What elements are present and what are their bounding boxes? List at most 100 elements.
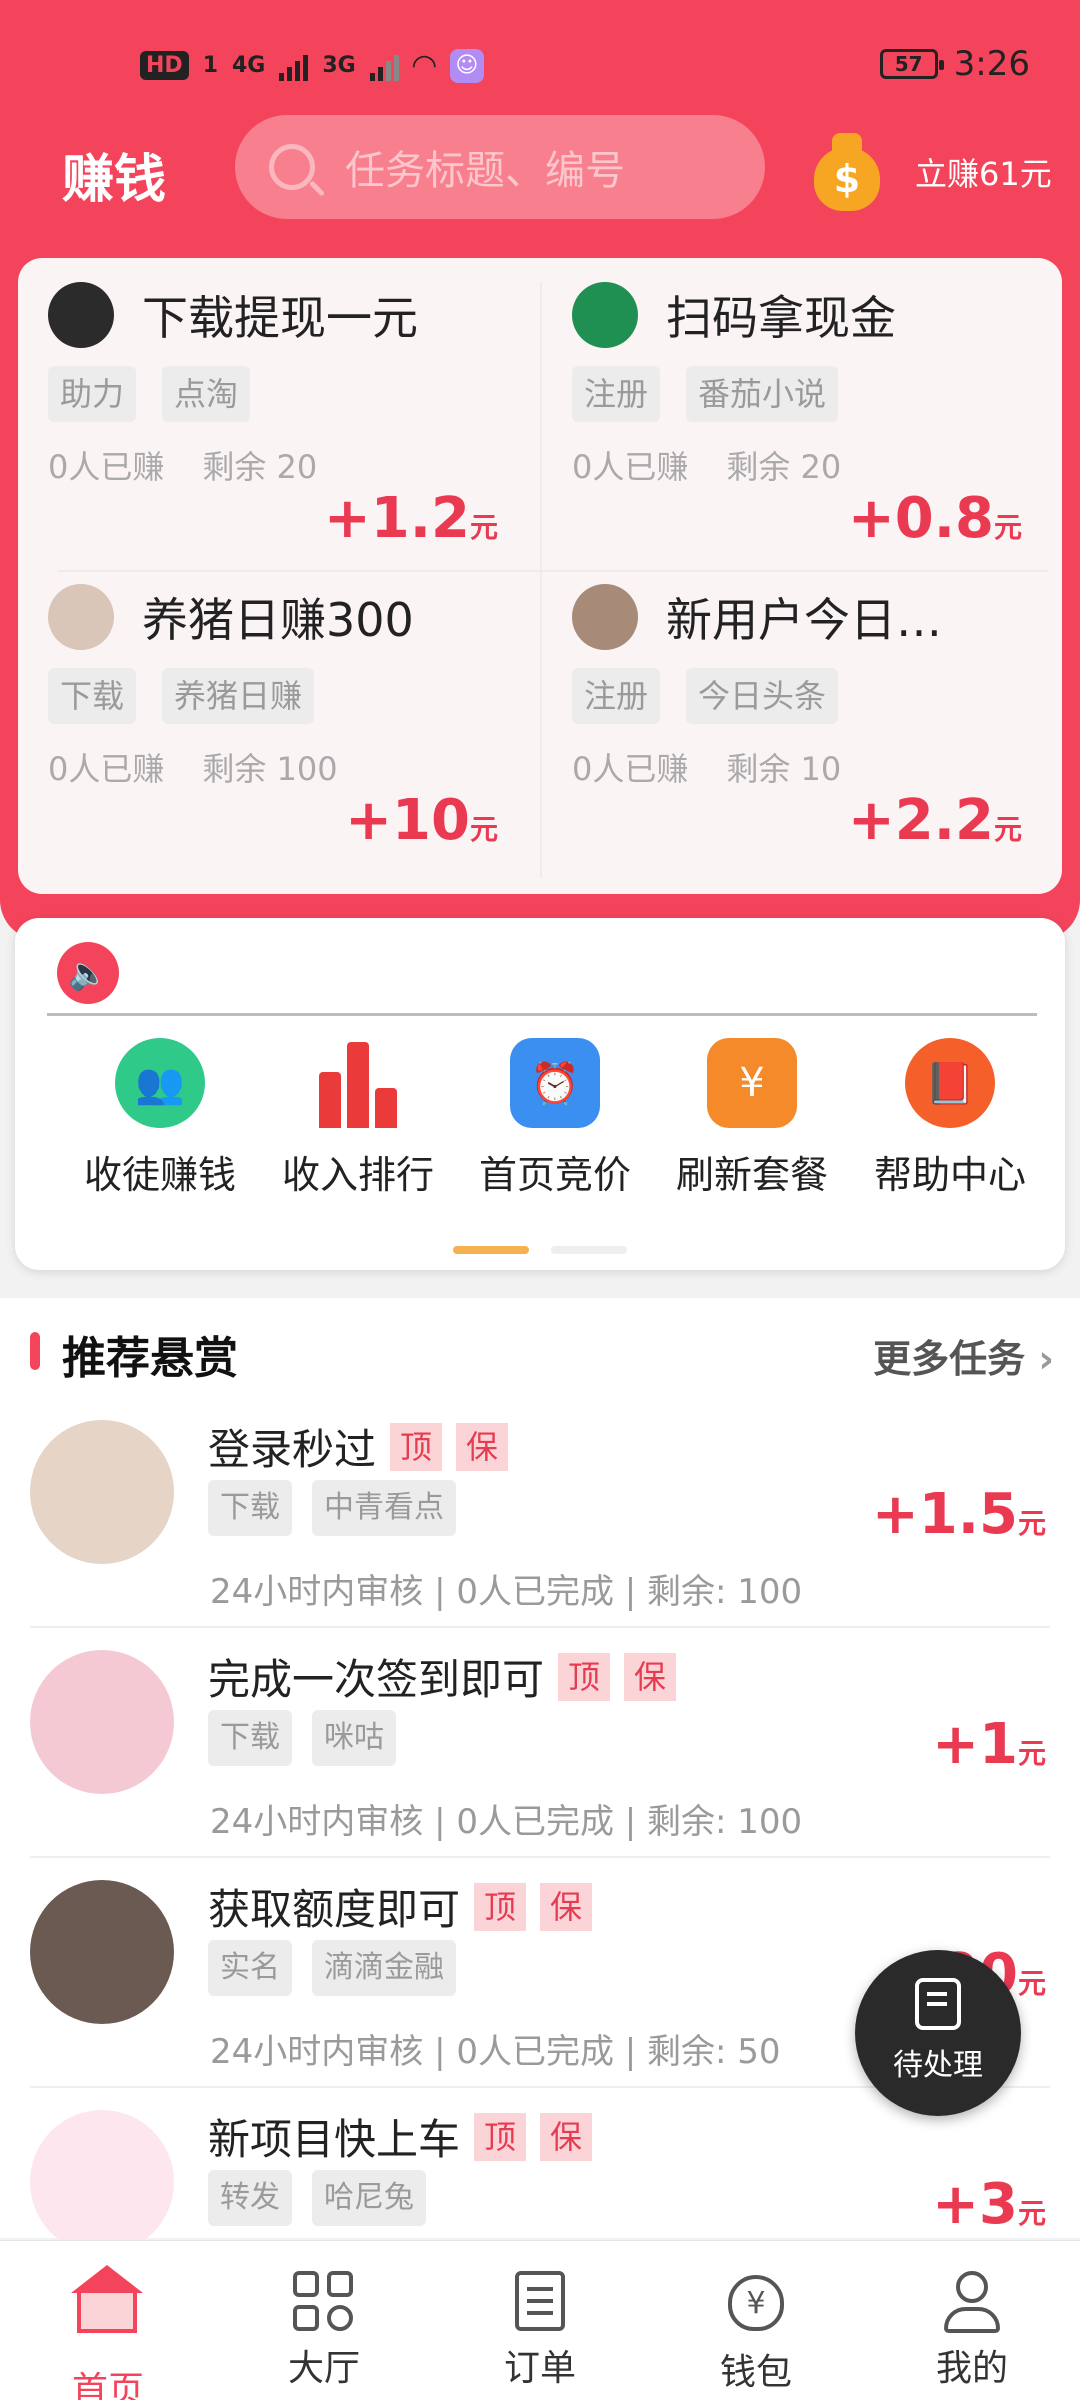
task-tag: 今日头条 — [686, 668, 839, 724]
task-tag: 养猪日赚 — [162, 668, 315, 724]
task-reward: +3元 — [932, 2172, 1046, 2237]
featured-task-card[interactable]: 下载提现一元 助力 点淘 0人已赚 剩余 20 +1.2元 — [18, 258, 528, 558]
task-tag: 助力 — [48, 366, 137, 422]
signal-icon-2 — [369, 51, 399, 81]
task-reward: +1.5元 — [871, 1482, 1046, 1547]
guarantee-badge: 保 — [456, 1422, 509, 1471]
speaker-icon[interactable]: 🔈 — [57, 942, 119, 1004]
nav-wallet[interactable]: ¥ 钱包 — [648, 2241, 864, 2400]
task-title: 完成一次签到即可 — [208, 1655, 545, 1704]
menu-income-ranking[interactable]: 收入排行 — [263, 1038, 453, 1199]
earned-count: 0人已赚 — [48, 750, 165, 788]
task-avatar — [48, 584, 114, 650]
app-header: 赚钱 任务标题、编号 $ 立赚61元 — [0, 115, 1080, 225]
home-icon — [71, 2265, 143, 2355]
task-tag: 下载 — [208, 1480, 292, 1536]
menu-refresh-package[interactable]: ¥ 刷新套餐 — [657, 1038, 847, 1199]
status-bar: HD 1 4G 3G ◠ ☺ 57 3:26 — [0, 0, 1080, 130]
notification-app-icon: ☺ — [449, 48, 484, 83]
featured-task-card[interactable]: 新用户今日… 注册 今日头条 0人已赚 剩余 10 +2.2元 — [542, 560, 1052, 860]
nav-orders[interactable]: 订单 — [432, 2241, 648, 2400]
menu-help-center[interactable]: 📕 帮助中心 — [855, 1038, 1045, 1199]
page-title: 赚钱 — [62, 150, 167, 210]
featured-task-card[interactable]: 养猪日赚300 下载 养猪日赚 0人已赚 剩余 100 +10元 — [18, 560, 528, 860]
hd-indicator: HD — [140, 51, 189, 80]
more-tasks-link[interactable]: 更多任务 › — [873, 1328, 1054, 1383]
task-meta: 24小时内审核 | 0人已完成 | 剩余: 100 — [210, 1572, 803, 1612]
money-bag-icon[interactable]: $ — [810, 125, 882, 215]
task-title-row: 完成一次签到即可顶保 — [208, 1646, 677, 1707]
user-icon — [941, 2271, 1003, 2333]
sim-indicator: 1 — [202, 53, 218, 78]
task-avatar — [30, 1420, 174, 1564]
menu-homepage-bidding[interactable]: ⏰ 首页竞价 — [460, 1038, 650, 1199]
remaining-count: 剩余 20 — [726, 448, 842, 486]
task-reward: +2.2元 — [847, 788, 1022, 853]
search-icon — [269, 144, 315, 190]
task-list-item[interactable]: 完成一次签到即可顶保 下载 咪咕 24小时内审核 | 0人已完成 | 剩余: 10… — [0, 1628, 1080, 1858]
task-meta: 24小时内审核 | 0人已完成 | 剩余: 50 — [210, 2032, 781, 2072]
menu-label: 收徒赚钱 — [83, 1153, 236, 1197]
top-badge: 顶 — [390, 1422, 443, 1471]
quick-menu-panel: 🔈 👥 收徒赚钱 收入排行 ⏰ 首页竞价 ¥ 刷新套餐 📕 帮助中心 — [15, 918, 1065, 1270]
earn-now-link[interactable]: 立赚61元 — [915, 149, 1052, 195]
pending-button[interactable]: 待处理 — [855, 1950, 1021, 2116]
alarm-clock-icon: ⏰ — [510, 1038, 600, 1128]
nav-label: 我的 — [935, 2348, 1008, 2389]
guarantee-badge: 保 — [624, 1652, 677, 1701]
task-tag: 实名 — [208, 1940, 292, 1996]
task-title: 获取额度即可 — [208, 1885, 461, 1934]
remaining-count: 剩余 100 — [202, 750, 338, 788]
task-title: 养猪日赚300 — [142, 593, 414, 647]
signal-icon — [279, 51, 309, 81]
task-avatar — [30, 2110, 174, 2254]
featured-task-card[interactable]: 扫码拿现金 注册 番茄小说 0人已赚 剩余 20 +0.8元 — [542, 258, 1052, 558]
money-bag-body: $ — [814, 147, 880, 211]
nav-hall[interactable]: 大厅 — [216, 2241, 432, 2400]
task-tag: 咪咕 — [312, 1710, 396, 1766]
status-right: 57 3:26 — [879, 44, 1030, 84]
task-title-row: 新项目快上车顶保 — [208, 2106, 593, 2167]
search-input[interactable]: 任务标题、编号 — [235, 115, 765, 219]
task-avatar — [572, 282, 638, 348]
task-title: 新用户今日… — [666, 593, 942, 647]
top-badge: 顶 — [474, 2112, 527, 2161]
earned-count: 0人已赚 — [572, 448, 689, 486]
remaining-count: 剩余 20 — [202, 448, 318, 486]
section-header: 推荐悬赏 更多任务 › — [0, 1318, 1080, 1388]
network-4g: 4G — [232, 53, 266, 78]
task-tag: 滴滴金融 — [312, 1940, 456, 1996]
guarantee-badge: 保 — [540, 2112, 593, 2161]
menu-label: 收入排行 — [281, 1153, 434, 1197]
menu-pager — [453, 1246, 627, 1254]
bar-chart-icon — [263, 1038, 453, 1128]
task-title-row: 获取额度即可顶保 — [208, 1876, 593, 1937]
task-tag: 中青看点 — [312, 1480, 456, 1536]
task-list-item[interactable]: 登录秒过顶保 下载 中青看点 24小时内审核 | 0人已完成 | 剩余: 100 … — [0, 1398, 1080, 1628]
bottom-nav: 首页 大厅 订单 ¥ 钱包 我的 — [0, 2240, 1080, 2400]
task-avatar — [48, 282, 114, 348]
task-avatar — [30, 1880, 174, 2024]
task-tag: 下载 — [208, 1710, 292, 1766]
nav-profile[interactable]: 我的 — [864, 2241, 1080, 2400]
task-tag: 哈尼兔 — [312, 2170, 426, 2226]
wifi-icon: ◠ — [412, 48, 436, 83]
menu-recruit[interactable]: 👥 收徒赚钱 — [65, 1038, 255, 1199]
network-3g: 3G — [322, 53, 356, 78]
task-reward: +10元 — [345, 788, 498, 853]
nav-home[interactable]: 首页 — [0, 2241, 216, 2400]
search-placeholder: 任务标题、编号 — [345, 148, 625, 194]
pager-dot — [551, 1246, 627, 1254]
yuan-package-icon: ¥ — [707, 1038, 797, 1128]
task-title: 新项目快上车 — [208, 2115, 461, 2164]
task-avatar — [572, 584, 638, 650]
pending-clipboard-icon — [915, 1978, 961, 2030]
task-title: 登录秒过 — [208, 1425, 377, 1474]
nav-label: 订单 — [503, 2348, 576, 2389]
nav-label: 大厅 — [287, 2348, 360, 2389]
task-title: 下载提现一元 — [142, 291, 418, 345]
task-tag: 转发 — [208, 2170, 292, 2226]
task-reward: +0.8元 — [847, 486, 1022, 551]
task-tag: 番茄小说 — [686, 366, 839, 422]
task-reward: +1.2元 — [323, 486, 498, 551]
